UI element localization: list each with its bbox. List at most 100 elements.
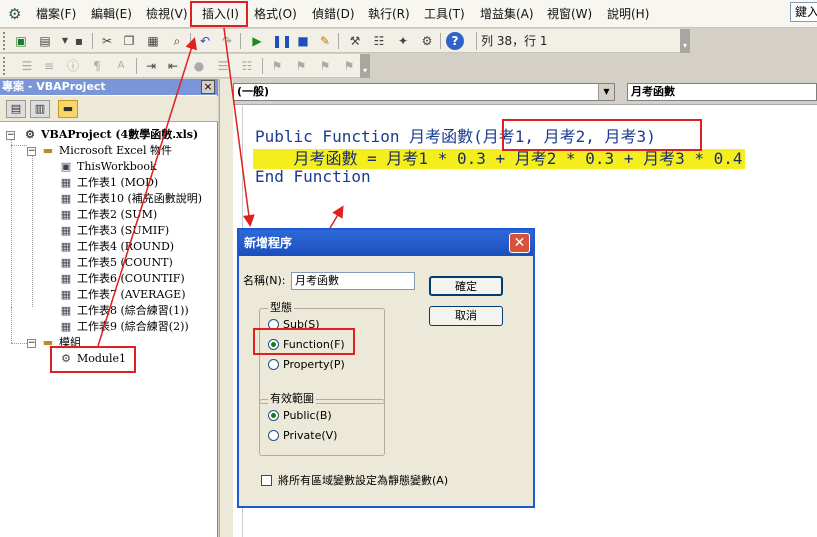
code-line[interactable]: End Function — [255, 167, 371, 187]
scope-option-public[interactable]: Public(B) — [268, 408, 332, 424]
quick-info-icon[interactable]: ⓘ — [64, 57, 82, 75]
radio-icon[interactable] — [268, 430, 279, 441]
tree-item-object[interactable]: ▦ 工作表7 (AVERAGE) — [58, 287, 186, 303]
clear-bookmarks-icon[interactable]: ⚑ — [340, 57, 358, 75]
code-line[interactable]: 月考函數 = 月考1 * 0.3 + 月考2 * 0.3 + 月考3 * 0.4 — [253, 149, 745, 169]
worksheet-icon: ▦ — [60, 304, 72, 317]
tree-item-object[interactable]: ▦ 工作表3 (SUMIF) — [58, 223, 169, 239]
name-input[interactable]: 月考函數 — [291, 272, 415, 290]
menu-view[interactable]: 檢視(V) — [146, 6, 188, 22]
undo-icon[interactable]: ↶ — [196, 32, 214, 50]
design-mode-icon[interactable]: ✎ — [316, 32, 334, 50]
menu-edit[interactable]: 編輯(E) — [91, 6, 132, 22]
toggle-breakpoint-icon[interactable]: ● — [190, 57, 208, 75]
toolbar-grip[interactable] — [3, 32, 6, 50]
project-explorer-icon[interactable]: ⚒ — [346, 32, 364, 50]
copy-icon[interactable]: ❐ — [120, 32, 138, 50]
tree-item-object[interactable]: ▦ 工作表5 (COUNT) — [58, 255, 173, 271]
tree-item-project[interactable]: ⚙ VBAProject (4數學函數.xls) — [22, 127, 198, 143]
list-properties-icon[interactable]: ☰ — [18, 57, 36, 75]
menu-file[interactable]: 檔案(F) — [36, 6, 76, 22]
scope-group: 有效範圍 Public(B) Private(V) — [259, 392, 385, 456]
reset-icon[interactable]: ■ — [294, 32, 312, 50]
tree-item-label: 工作表7 (AVERAGE) — [77, 288, 186, 301]
help-search-input[interactable]: 鍵入 — [790, 2, 817, 22]
tree-item-object[interactable]: ▦ 工作表2 (SUM) — [58, 207, 157, 223]
static-variables-checkbox[interactable]: 將所有區域變數設定為靜態變數(A) — [261, 474, 448, 488]
tree-item-label: 工作表3 (SUMIF) — [77, 224, 170, 237]
uncomment-block-icon[interactable]: ☷ — [238, 57, 256, 75]
checkbox-icon[interactable] — [261, 475, 272, 486]
pane-splitter[interactable] — [219, 79, 233, 537]
menu-bar: ⚙ 檔案(F) 編輯(E) 檢視(V) 插入(I) 格式(O) 偵錯(D) 執行… — [0, 0, 817, 28]
menu-tools[interactable]: 工具(T) — [424, 6, 465, 22]
menu-window[interactable]: 視窗(W) — [547, 6, 592, 22]
tree-line — [11, 307, 12, 343]
menu-addins[interactable]: 增益集(A) — [480, 6, 534, 22]
menu-help[interactable]: 說明(H) — [607, 6, 649, 22]
close-icon[interactable]: ✕ — [509, 233, 530, 253]
tree-item-object[interactable]: ▣ ThisWorkbook — [58, 159, 157, 175]
worksheet-icon: ▦ — [60, 208, 72, 221]
find-icon[interactable]: ⌕ — [168, 32, 186, 50]
parameter-info-icon[interactable]: ¶ — [88, 57, 106, 75]
run-icon[interactable]: ▶ — [248, 32, 266, 50]
collapse-icon[interactable]: − — [6, 131, 15, 140]
scope-option-private[interactable]: Private(V) — [268, 428, 337, 444]
tree-item-excel-objects[interactable]: ▬ Microsoft Excel 物件 — [40, 143, 172, 159]
toolbox-icon[interactable]: ⚙ — [418, 32, 436, 50]
save-icon[interactable]: ▪ — [70, 32, 88, 50]
tree-item-object[interactable]: ▦ 工作表4 (ROUND) — [58, 239, 174, 255]
tree-line — [11, 343, 27, 344]
procedure-combo[interactable]: 月考函數 — [627, 83, 817, 101]
ok-button[interactable]: 確定 — [429, 276, 503, 296]
toolbar-options-icon[interactable]: ▾ — [680, 29, 690, 53]
menu-run[interactable]: 執行(R) — [368, 6, 410, 22]
toolbar-grip[interactable] — [3, 57, 6, 75]
view-code-icon[interactable]: ▤ — [6, 100, 26, 118]
object-browser-icon[interactable]: ✦ — [394, 32, 412, 50]
redo-icon[interactable]: ↷ — [218, 32, 236, 50]
paste-icon[interactable]: ▦ — [144, 32, 162, 50]
toggle-bookmark-icon[interactable]: ⚑ — [268, 57, 286, 75]
break-icon[interactable]: ❚❚ — [272, 32, 292, 50]
type-option-property[interactable]: Property(P) — [268, 357, 345, 373]
radio-icon[interactable] — [268, 359, 279, 370]
next-bookmark-icon[interactable]: ⚑ — [292, 57, 310, 75]
help-icon[interactable]: ? — [446, 32, 464, 50]
close-icon[interactable]: × — [201, 80, 215, 94]
tree-line — [32, 153, 33, 307]
radio-checked-icon[interactable] — [268, 410, 279, 421]
chevron-down-icon[interactable]: ▼ — [598, 84, 614, 100]
static-variables-label: 將所有區域變數設定為靜態變數(A) — [278, 474, 449, 487]
tree-item-object[interactable]: ▦ 工作表10 (補充函數說明) — [58, 191, 202, 207]
menu-format[interactable]: 格式(O) — [254, 6, 297, 22]
tree-item-label: VBAProject (4數學函數.xls) — [41, 128, 199, 141]
complete-word-icon[interactable]: A — [112, 57, 130, 75]
insert-userform-icon[interactable]: ▤ — [36, 32, 54, 50]
scope-group-title: 有效範圍 — [268, 392, 316, 406]
list-constants-icon[interactable]: ≡ — [40, 57, 58, 75]
tree-item-object[interactable]: ▦ 工作表8 (綜合練習(1)) — [58, 303, 189, 319]
collapse-icon[interactable]: − — [27, 339, 36, 348]
excel-icon[interactable]: ▣ — [12, 32, 30, 50]
view-object-icon[interactable]: ▥ — [30, 100, 50, 118]
collapse-icon[interactable]: − — [27, 147, 36, 156]
tree-item-label: 工作表9 (綜合練習(2)) — [77, 320, 189, 333]
indent-icon[interactable]: ⇥ — [142, 57, 160, 75]
object-combo[interactable]: (一般) ▼ — [233, 83, 615, 101]
comment-block-icon[interactable]: ☰ — [214, 57, 232, 75]
workbook-icon: ▣ — [60, 160, 72, 173]
cut-icon[interactable]: ✂ — [98, 32, 116, 50]
cancel-button[interactable]: 取消 — [429, 306, 503, 326]
previous-bookmark-icon[interactable]: ⚑ — [316, 57, 334, 75]
toggle-folders-icon[interactable]: ▬ — [58, 100, 78, 118]
tree-item-object[interactable]: ▦ 工作表1 (MOD) — [58, 175, 158, 191]
tree-item-object[interactable]: ▦ 工作表6 (COUNTIF) — [58, 271, 185, 287]
menu-debug[interactable]: 偵錯(D) — [312, 6, 355, 22]
toolbar-options-icon[interactable]: ▾ — [360, 54, 370, 78]
outdent-icon[interactable]: ⇤ — [164, 57, 182, 75]
edit-toolbar: ☰ ≡ ⓘ ¶ A ⇥ ⇤ ● ☰ ☷ ⚑ ⚑ ⚑ ⚑ ▾ — [0, 54, 370, 78]
tree-item-object[interactable]: ▦ 工作表9 (綜合練習(2)) — [58, 319, 189, 335]
properties-icon[interactable]: ☷ — [370, 32, 388, 50]
